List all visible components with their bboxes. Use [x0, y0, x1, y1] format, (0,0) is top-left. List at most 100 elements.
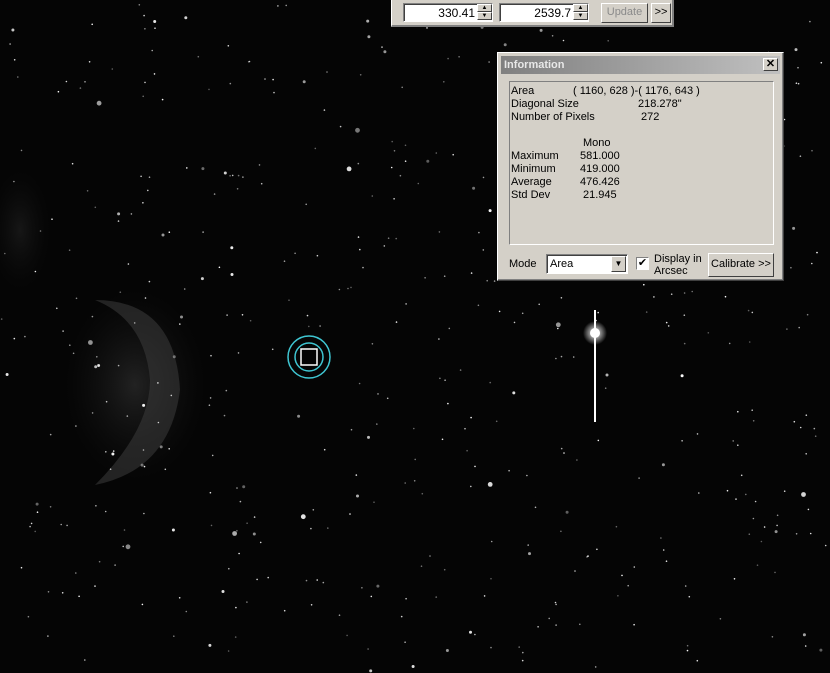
star	[252, 532, 256, 536]
star	[39, 230, 42, 232]
star	[221, 590, 225, 593]
information-dialog: Information ✕ Area ( 1160, 628 )-( 1176,…	[497, 52, 784, 281]
star	[776, 514, 779, 517]
star	[691, 290, 693, 293]
star	[793, 420, 796, 423]
minimum-label: Minimum	[511, 163, 556, 175]
star	[49, 506, 52, 508]
star	[802, 633, 806, 637]
star	[747, 309, 750, 312]
spin-down-icon[interactable]: ▼	[477, 12, 492, 20]
star	[123, 529, 126, 531]
dialog-titlebar[interactable]: Information ✕	[501, 56, 780, 74]
star	[760, 540, 763, 543]
more-button[interactable]: >>	[651, 3, 671, 23]
star	[172, 355, 176, 359]
star	[503, 43, 507, 47]
star	[164, 468, 167, 471]
star	[27, 615, 30, 618]
star	[565, 510, 569, 514]
star	[405, 303, 407, 305]
star	[386, 397, 389, 400]
star	[143, 14, 145, 17]
star	[754, 500, 757, 503]
star	[322, 581, 325, 584]
star	[95, 505, 97, 507]
mode-select[interactable]: Area ▼	[546, 254, 628, 274]
star	[208, 404, 211, 407]
star	[698, 492, 700, 494]
star	[483, 595, 486, 597]
star	[230, 273, 234, 276]
star	[680, 374, 684, 378]
star	[633, 566, 636, 568]
value-field-2[interactable]: 2539.7 ▲ ▼	[499, 3, 589, 22]
star	[554, 601, 557, 604]
star	[126, 415, 129, 417]
star	[748, 533, 751, 535]
star	[186, 167, 188, 169]
star	[383, 50, 387, 54]
star	[435, 596, 438, 598]
star	[305, 203, 308, 206]
spin-arrows-2[interactable]: ▲ ▼	[573, 4, 588, 21]
star	[740, 474, 743, 477]
star	[555, 322, 561, 328]
star	[109, 468, 112, 471]
star	[91, 412, 94, 414]
display-arcsec-label-line2: Arcsec	[654, 265, 688, 277]
spin-up-icon[interactable]: ▲	[477, 4, 492, 12]
display-arcsec-checkbox[interactable]: ✔	[636, 257, 649, 270]
star	[66, 524, 68, 527]
star	[223, 171, 227, 175]
star	[297, 414, 301, 418]
star	[404, 160, 407, 162]
spin-arrows-1[interactable]: ▲ ▼	[477, 4, 492, 21]
star	[776, 524, 778, 527]
star	[488, 61, 490, 63]
star	[170, 394, 173, 397]
star	[490, 577, 492, 580]
close-button[interactable]: ✕	[763, 58, 778, 71]
star	[688, 595, 691, 598]
value-field-1[interactable]: 330.41 ▲ ▼	[403, 3, 493, 22]
star	[184, 16, 188, 20]
star	[357, 162, 360, 165]
calibrate-button[interactable]: Calibrate >>	[708, 253, 774, 277]
star	[241, 314, 244, 316]
pixels-value: 272	[641, 111, 660, 123]
star	[285, 4, 288, 7]
spin-up-icon[interactable]: ▲	[573, 4, 588, 12]
star	[49, 433, 52, 436]
star	[459, 369, 462, 371]
star	[370, 595, 373, 598]
star	[256, 578, 258, 581]
chevron-down-icon[interactable]: ▼	[611, 256, 626, 272]
value-field-2-text: 2539.7	[534, 6, 571, 20]
maximum-value: 581.000	[580, 150, 620, 162]
average-value: 476.426	[580, 176, 620, 188]
star	[208, 88, 210, 91]
star	[799, 426, 802, 429]
star	[470, 485, 472, 488]
update-button[interactable]: Update	[601, 3, 648, 23]
star	[560, 530, 562, 533]
star	[339, 125, 342, 128]
star	[235, 606, 237, 609]
star	[29, 525, 31, 528]
star	[458, 56, 460, 58]
star	[180, 315, 183, 319]
star	[633, 623, 635, 626]
mode-select-value: Area	[550, 258, 574, 270]
star	[154, 27, 156, 30]
star	[161, 98, 164, 101]
star	[683, 292, 686, 294]
star	[227, 45, 230, 47]
star	[470, 272, 473, 274]
star	[696, 433, 699, 435]
star	[11, 28, 15, 32]
star	[157, 382, 159, 384]
spin-down-icon[interactable]: ▼	[573, 12, 588, 20]
star	[57, 90, 60, 93]
star	[178, 597, 181, 599]
